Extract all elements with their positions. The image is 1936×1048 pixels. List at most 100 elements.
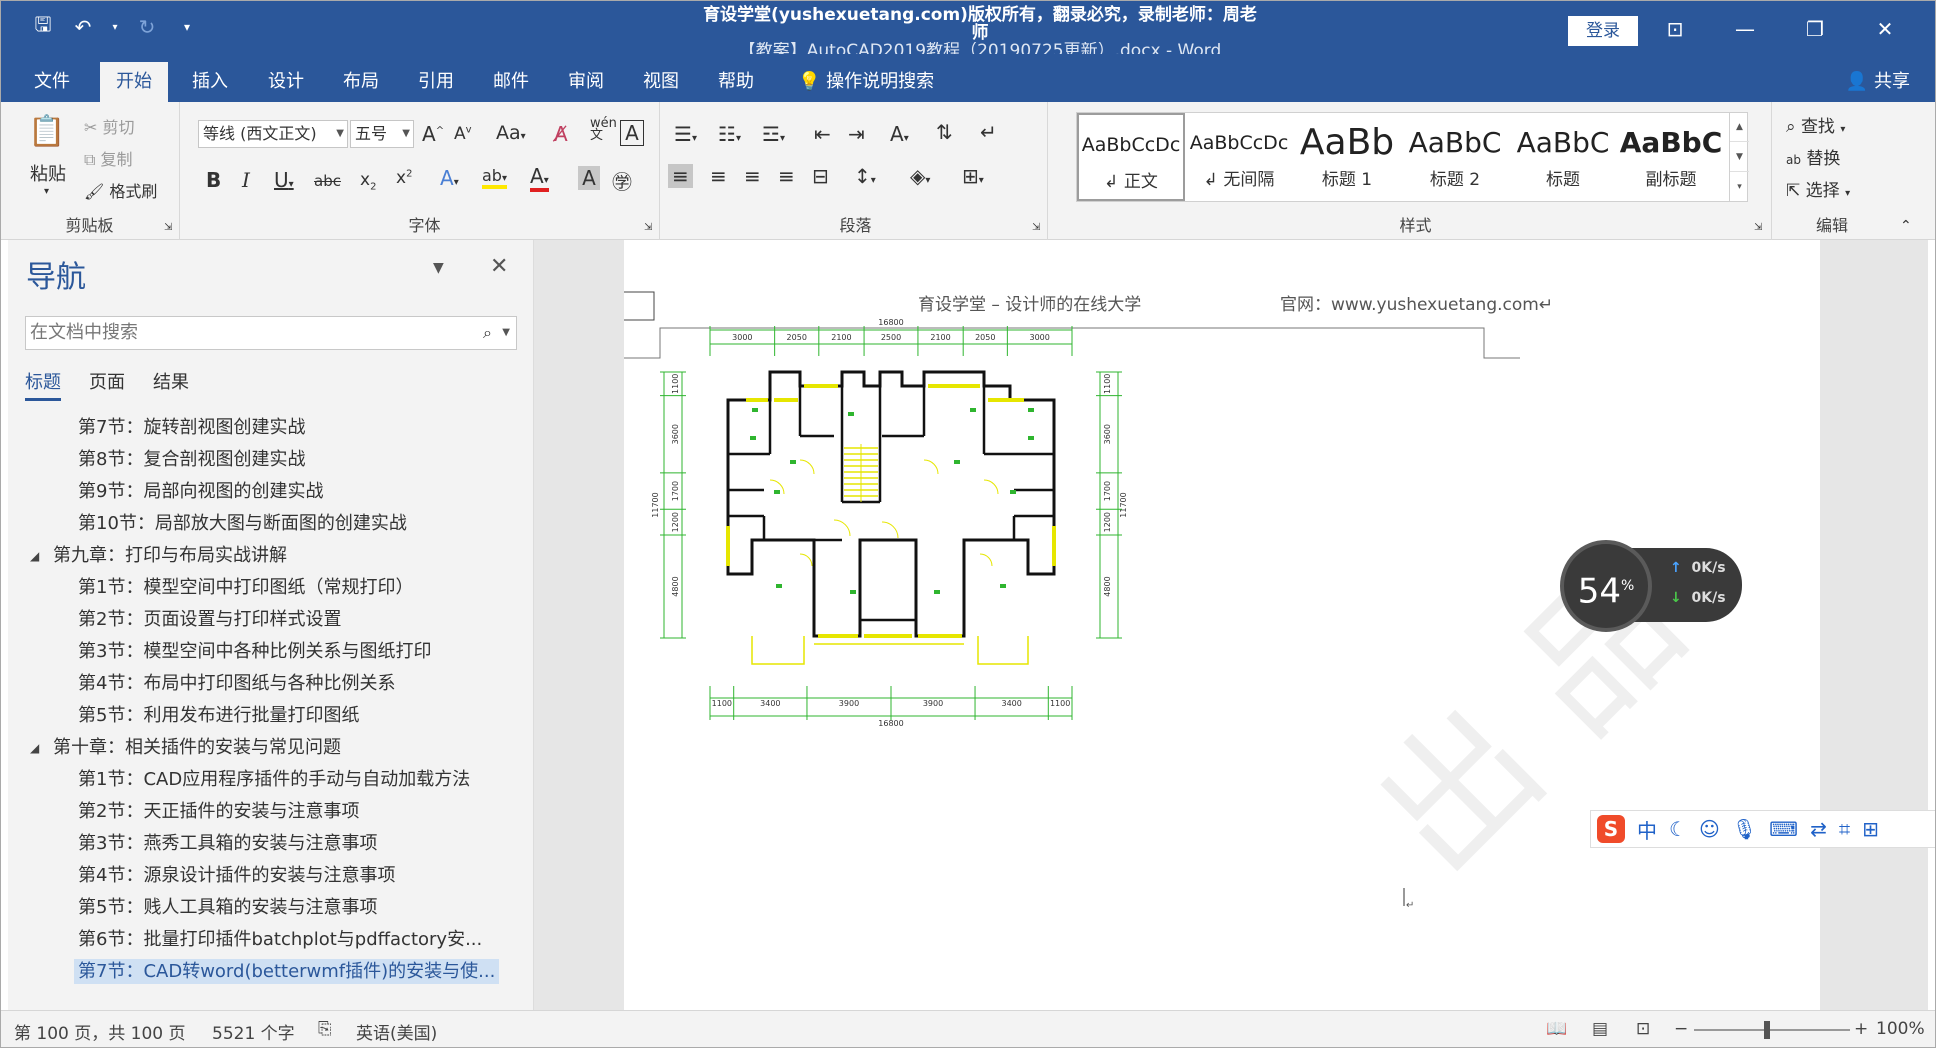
tab-review[interactable]: 审阅: [552, 62, 620, 102]
nav-tab-results[interactable]: 结果: [153, 368, 189, 401]
tab-home[interactable]: 开始: [100, 62, 168, 102]
word-count[interactable]: 5521 个字: [212, 1019, 295, 1044]
undo-dropdown-icon[interactable]: ▾: [110, 14, 120, 40]
grow-font-icon[interactable]: A^: [422, 122, 444, 146]
distributed-icon[interactable]: ⊟: [812, 164, 829, 188]
tab-file[interactable]: 文件: [18, 62, 86, 102]
styles-launcher-icon[interactable]: ⇲: [1754, 222, 1762, 233]
nav-section-item[interactable]: 第7节：旋转剖视图创建实战: [8, 412, 534, 444]
strikethrough-icon[interactable]: abc: [314, 172, 341, 190]
ribbon-display-icon[interactable]: ⊡: [1640, 14, 1710, 44]
line-spacing-icon[interactable]: ↕▾: [854, 164, 876, 188]
nav-section-item[interactable]: 第1节：模型空间中打印图纸（常规打印）: [8, 572, 534, 604]
nav-section-item[interactable]: 第3节：燕秀工具箱的安装与注意事项: [8, 828, 534, 860]
tab-insert[interactable]: 插入: [176, 62, 244, 102]
cut-button[interactable]: ✂ 剪切: [84, 114, 135, 138]
style-title[interactable]: AaBbC 标题: [1509, 113, 1617, 201]
tab-layout[interactable]: 布局: [327, 62, 395, 102]
zoom-out-icon[interactable]: −: [1674, 1019, 1688, 1039]
bold-icon[interactable]: B: [206, 168, 221, 192]
nav-section-item[interactable]: 第4节：布局中打印图纸与各种比例关系: [8, 668, 534, 700]
borders-icon[interactable]: ⊞▾: [962, 164, 984, 188]
italic-icon[interactable]: I: [242, 168, 250, 192]
nav-search-input[interactable]: 在文档中搜索 ⌕ ▼: [25, 316, 517, 350]
close-icon[interactable]: ✕: [1850, 14, 1920, 44]
nav-section-item[interactable]: 第5节：利用发布进行批量打印图纸: [8, 700, 534, 732]
select-button[interactable]: ⇱ 选择 ▾: [1786, 176, 1850, 201]
decrease-indent-icon[interactable]: ⇤: [814, 122, 831, 146]
login-button[interactable]: 登录: [1568, 16, 1638, 46]
save-icon[interactable]: 🖫: [30, 12, 56, 40]
align-left-icon[interactable]: ≡: [668, 164, 693, 188]
nav-section-item[interactable]: 第1节：CAD应用程序插件的手动与自动加载方法: [8, 764, 534, 796]
nav-section-item[interactable]: 第6节：批量打印插件batchplot与pdffactory安...: [8, 924, 534, 956]
nav-section-item[interactable]: 第2节：天正插件的安装与注意事项: [8, 796, 534, 828]
nav-section-item[interactable]: 第9节：局部向视图的创建实战: [8, 476, 534, 508]
nav-chapter-item[interactable]: ◢ 第九章：打印与布局实战讲解: [8, 540, 534, 572]
grid-icon[interactable]: ⊞: [1862, 817, 1879, 841]
nav-section-item[interactable]: 第3节：模型空间中各种比例关系与图纸打印: [8, 636, 534, 668]
nav-section-item[interactable]: 第2节：页面设置与打印样式设置: [8, 604, 534, 636]
chevron-down-icon[interactable]: ▼: [502, 317, 510, 349]
font-launcher-icon[interactable]: ⇲: [644, 222, 652, 233]
style-subtitle[interactable]: AaBbC 副标题: [1617, 113, 1725, 201]
justify-icon[interactable]: ≡: [778, 164, 795, 188]
font-name-box[interactable]: 等线 (西文正文) ▼: [198, 120, 348, 148]
paste-button[interactable]: 粘贴: [30, 160, 66, 186]
ime-mode[interactable]: 中: [1637, 815, 1657, 844]
underline-icon[interactable]: U▾: [274, 168, 294, 192]
numbering-icon[interactable]: ☷▾: [718, 122, 741, 146]
collapse-ribbon-icon[interactable]: ⌃: [1900, 218, 1912, 234]
change-case-button[interactable]: Aa▾: [496, 122, 526, 144]
crop-icon[interactable]: ⌗: [1839, 817, 1850, 841]
read-mode-icon[interactable]: 📖: [1546, 1019, 1567, 1039]
zoom-level[interactable]: 100%: [1876, 1019, 1925, 1039]
align-right-icon[interactable]: ≡: [744, 164, 761, 188]
style-heading-2[interactable]: AaBbC 标题 2: [1401, 113, 1509, 201]
scroll-down-icon[interactable]: ▼: [1730, 142, 1749, 172]
zoom-slider-track[interactable]: [1694, 1029, 1850, 1031]
nav-section-item[interactable]: 第5节：贱人工具箱的安装与注意事项: [8, 892, 534, 924]
zoom-in-icon[interactable]: +: [1854, 1019, 1868, 1039]
bullets-icon[interactable]: ☰▾: [674, 122, 697, 146]
find-button[interactable]: ⌕ 查找 ▾: [1786, 112, 1845, 137]
increase-indent-icon[interactable]: ⇥: [848, 122, 865, 146]
replace-button[interactable]: ab 替换: [1786, 144, 1840, 169]
paste-icon[interactable]: 📋: [28, 114, 65, 149]
minimize-icon[interactable]: —: [1710, 14, 1780, 44]
subscript-icon[interactable]: x2: [360, 170, 376, 192]
zoom-slider-thumb[interactable]: [1764, 1021, 1770, 1039]
tab-references[interactable]: 引用: [402, 62, 470, 102]
moon-icon[interactable]: ☾: [1669, 817, 1687, 841]
chevron-down-icon[interactable]: ▼: [433, 260, 444, 276]
proofing-icon[interactable]: ⎘: [318, 1019, 332, 1039]
shrink-font-icon[interactable]: Av: [454, 124, 472, 144]
show-formatting-icon[interactable]: ↵: [980, 120, 997, 144]
tell-me-search[interactable]: 💡 操作说明搜索: [782, 62, 950, 102]
gallery-more-icon[interactable]: ▾: [1730, 172, 1749, 202]
close-icon[interactable]: ✕: [490, 254, 508, 279]
clipboard-launcher-icon[interactable]: ⇲: [164, 222, 172, 233]
nav-tab-headings[interactable]: 标题: [25, 368, 61, 401]
translate-icon[interactable]: ⇄: [1810, 817, 1827, 841]
web-layout-icon[interactable]: ⊡: [1636, 1019, 1650, 1039]
font-color-icon[interactable]: A▾: [530, 164, 549, 192]
nav-section-item[interactable]: 第10节：局部放大图与断面图的创建实战: [8, 508, 534, 540]
share-button[interactable]: 👤 共享: [1846, 62, 1910, 102]
sogou-logo-icon[interactable]: S: [1597, 815, 1625, 843]
undo-icon[interactable]: ↶: [70, 14, 96, 40]
character-shading-icon[interactable]: A: [578, 166, 600, 190]
shading-icon[interactable]: ◈▾: [910, 164, 930, 188]
nav-section-item[interactable]: 第7节：CAD转word(betterwmf插件)的安装与使...: [8, 956, 534, 988]
print-layout-icon[interactable]: ▤: [1592, 1019, 1608, 1039]
sort-icon[interactable]: ⇅: [936, 120, 953, 144]
paste-dropdown-icon[interactable]: ▾: [44, 186, 49, 197]
keyboard-icon[interactable]: ⌨: [1769, 817, 1798, 841]
enclose-characters-icon[interactable]: ㊫: [612, 166, 632, 195]
nav-section-item[interactable]: 第8节：复合剖视图创建实战: [8, 444, 534, 476]
scroll-up-icon[interactable]: ▲: [1730, 112, 1749, 142]
tab-mailings[interactable]: 邮件: [477, 62, 545, 102]
style-normal[interactable]: AaBbCcDc ↲ 正文: [1077, 113, 1185, 201]
copy-button[interactable]: ⧉ 复制: [84, 146, 133, 170]
emoji-icon[interactable]: ☺: [1699, 817, 1720, 841]
